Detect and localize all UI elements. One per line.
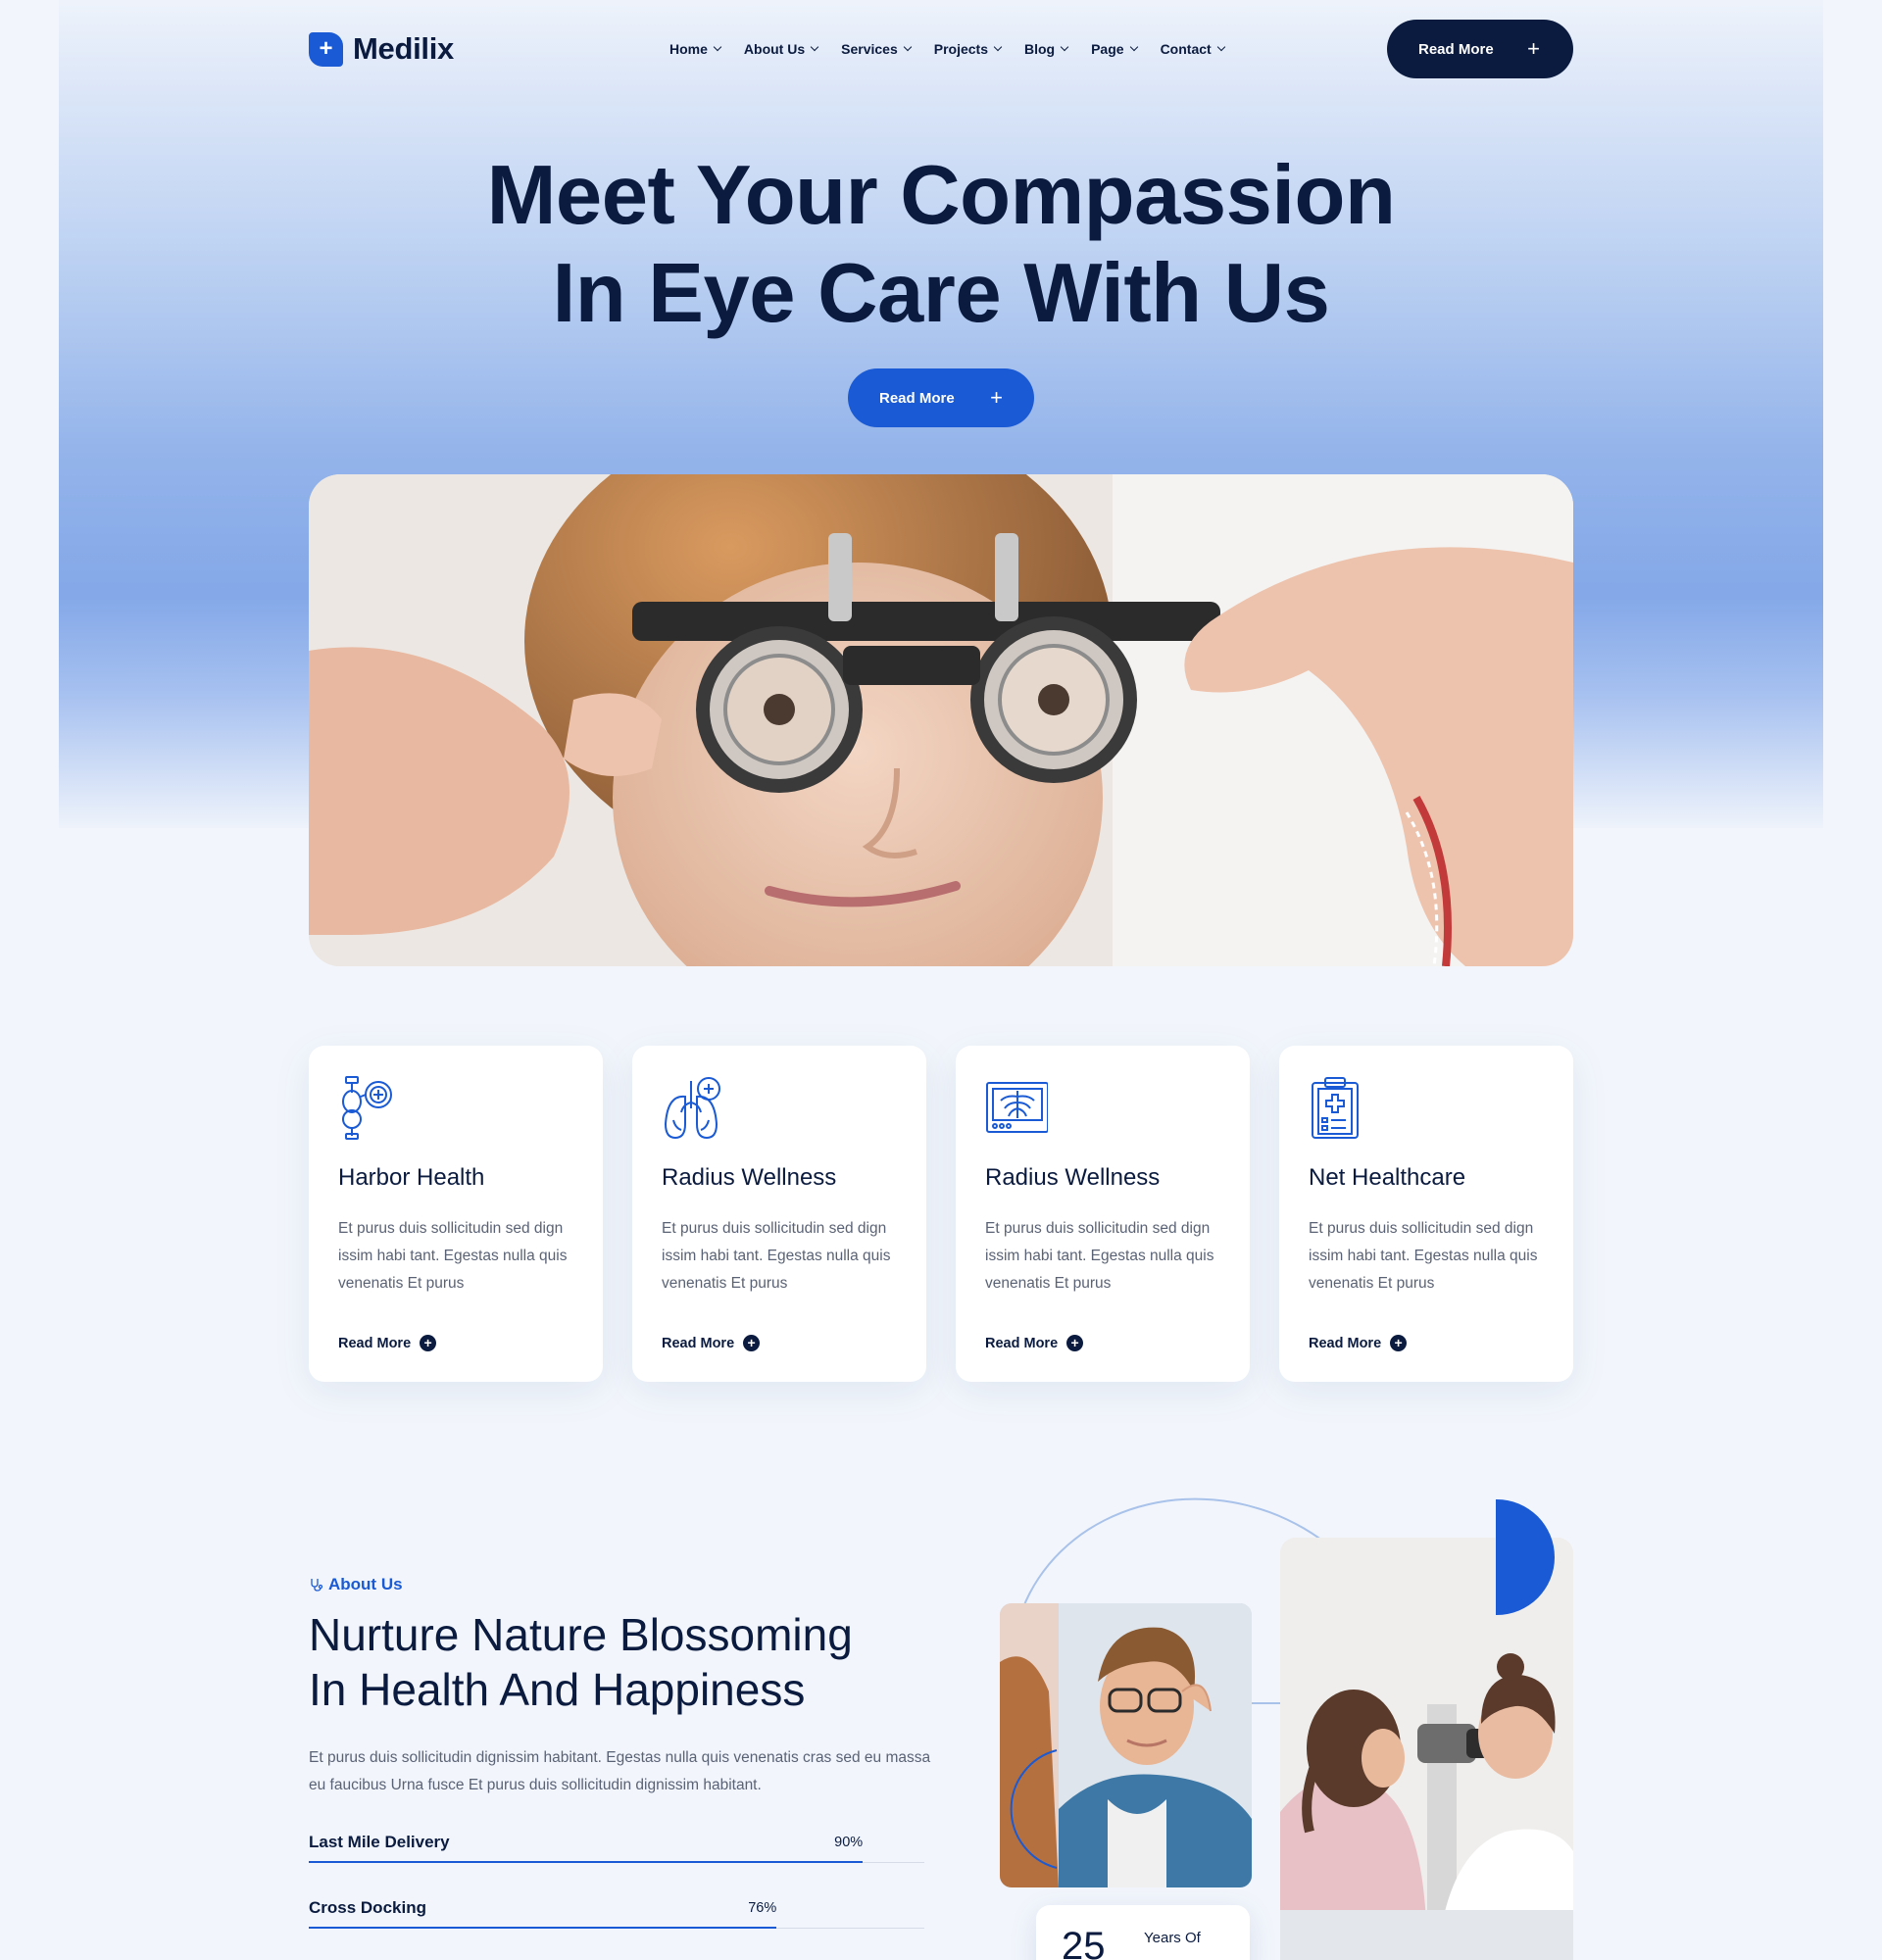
chevron-down-icon [1129,42,1138,52]
services-cards: Harbor Health Et purus duis sollicitudin… [309,1046,1573,1382]
service-card: Radius Wellness Et purus duis sollicitud… [956,1046,1250,1382]
skill-name: Last Mile Delivery [309,1833,450,1851]
header-read-more-button[interactable]: Read More + [1387,20,1573,78]
skill-bar-cross-docking: Cross Docking 76% [309,1898,924,1937]
card-read-more-link[interactable]: Read More + [662,1335,761,1351]
nav-item-page[interactable]: Page [1091,41,1138,57]
nav-label: Blog [1023,41,1056,57]
nav-item-services[interactable]: Services [841,41,912,57]
about-title-line-2: In Health And Happiness [309,1664,806,1715]
skill-percent: 90% [834,1835,864,1850]
card-title: Net Healthcare [1309,1164,1466,1191]
skill-bar-last-mile-delivery: Last Mile Delivery 90% [309,1833,924,1872]
card-text: Et purus duis sollicitudin sed dign issi… [985,1220,1214,1292]
chevron-down-icon [903,42,912,52]
nav-label: Page [1091,41,1124,57]
link-label: Read More [1309,1335,1382,1351]
chevron-down-icon [993,42,1003,52]
link-label: Read More [985,1335,1059,1351]
main-nav: Home About Us Services Projects Blog Pag… [669,20,1225,78]
nav-item-home[interactable]: Home [669,41,722,57]
plus-icon: + [990,385,1003,410]
about-title-line-1: Nurture Nature Blossoming [309,1609,853,1660]
decorative-line [1252,1702,1281,1704]
service-card: Harbor Health Et purus duis sollicitudin… [309,1046,603,1382]
hero-title-line-2: In Eye Care With Us [552,247,1330,340]
card-read-more-link[interactable]: Read More + [338,1335,437,1351]
hero-title: Meet Your Compassion In Eye Care With Us [309,147,1573,343]
stethoscope-icon [311,1579,322,1592]
skill-name: Cross Docking [309,1898,426,1917]
about-image-optician [1000,1603,1252,1887]
plus-circle-icon: + [1066,1335,1084,1351]
plus-circle-icon: + [1390,1335,1408,1351]
nav-label: Projects [933,41,988,57]
experience-number: 25 [1062,1925,1106,1960]
chevron-down-icon [713,42,722,52]
clipboard-medical-icon [1312,1077,1359,1139]
card-title: Harbor Health [338,1164,485,1191]
plus-circle-icon: + [420,1335,437,1351]
plus-icon: + [1527,36,1540,61]
experience-card: 25 Years Of [1036,1905,1250,1960]
lungs-icon [664,1077,720,1140]
card-text: Et purus duis sollicitudin sed dign issi… [1309,1220,1538,1292]
logo[interactable]: + Medilix [309,31,454,67]
logo-text: Medilix [353,31,454,66]
nav-item-about-us[interactable]: About Us [743,41,819,57]
about-title: Nurture Nature Blossoming In Health And … [309,1607,936,1717]
about-tag-label: About Us [328,1575,403,1593]
nav-label: Services [841,41,898,57]
nav-label: Contact [1160,41,1212,57]
xray-monitor-icon [986,1082,1049,1133]
chevron-down-icon [810,42,819,52]
card-text: Et purus duis sollicitudin sed dign issi… [662,1220,891,1292]
nav-label: Home [669,41,708,57]
kidney-icon [342,1076,392,1140]
about-tag: About Us [309,1575,403,1594]
link-label: Read More [338,1335,412,1351]
nav-item-blog[interactable]: Blog [1023,41,1069,57]
card-read-more-link[interactable]: Read More + [1309,1335,1408,1351]
nav-item-contact[interactable]: Contact [1160,41,1225,57]
skill-fill [309,1927,777,1929]
nav-item-projects[interactable]: Projects [933,41,1003,57]
service-card: Radius Wellness Et purus duis sollicitud… [632,1046,926,1382]
hero-title-line-1: Meet Your Compassion [486,149,1396,242]
card-title: Radius Wellness [662,1164,837,1191]
card-title: Radius Wellness [985,1164,1161,1191]
about-text: Et purus duis sollicitudin dignissim hab… [309,1749,931,1793]
experience-label: Years Of [1144,1930,1201,1946]
chevron-down-icon [1060,42,1069,52]
man-trying-glasses-photo [1000,1603,1252,1887]
service-card: Net Healthcare Et purus duis sollicitudi… [1279,1046,1573,1382]
button-label: Read More [1418,40,1494,58]
chevron-down-icon [1216,42,1225,52]
card-read-more-link[interactable]: Read More + [985,1335,1084,1351]
card-text: Et purus duis sollicitudin sed dign issi… [338,1220,568,1292]
eye-exam-photo [309,474,1573,966]
site-header: + Medilix Home About Us Services Project… [309,20,1573,78]
button-label: Read More [879,389,955,407]
nav-label: About Us [743,41,806,57]
hero-read-more-button[interactable]: Read More + [848,368,1034,427]
plus-circle-icon: + [743,1335,761,1351]
skill-fill [309,1861,864,1863]
hero-image-eye-exam [309,474,1573,966]
logo-cross-icon: + [309,31,343,67]
link-label: Read More [662,1335,735,1351]
skill-percent: 76% [748,1900,777,1916]
